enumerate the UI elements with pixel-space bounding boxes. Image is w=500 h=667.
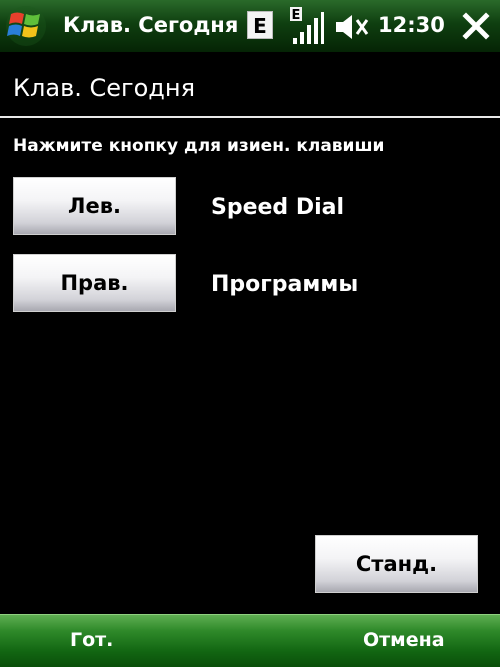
left-key-assignment: Speed Dial [211,195,345,220]
start-button[interactable] [4,4,48,48]
clock[interactable]: 12:30 [378,13,445,37]
instruction-text: Нажмите кнопку для изиен. клавиши [13,136,385,156]
windows-flag-icon [6,6,46,46]
softkey-bar: Гот. Отмена [0,614,500,667]
caption-divider [0,116,500,118]
close-button[interactable] [460,10,492,42]
volume-muted-icon [336,15,369,39]
volume-indicator[interactable] [334,12,370,42]
window-caption: Клав. Сегодня [0,52,500,116]
network-type-badge[interactable]: E [247,11,273,39]
signal-badge-text: E [292,8,301,23]
left-key-button[interactable]: Лев. [13,177,176,235]
done-softkey[interactable]: Гот. [70,629,113,651]
right-key-button[interactable]: Прав. [13,254,176,312]
cancel-softkey[interactable]: Отмена [363,629,445,651]
status-title[interactable]: Клав. Сегодня [63,13,238,37]
signal-strength-icon: E [290,7,324,44]
status-bar: Клав. Сегодня E E 12:30 [0,0,500,53]
signal-indicator[interactable]: E [289,6,325,46]
default-button[interactable]: Станд. [315,535,478,593]
close-icon [462,12,490,40]
page-title: Клав. Сегодня [13,74,196,102]
right-key-assignment: Программы [211,272,359,297]
